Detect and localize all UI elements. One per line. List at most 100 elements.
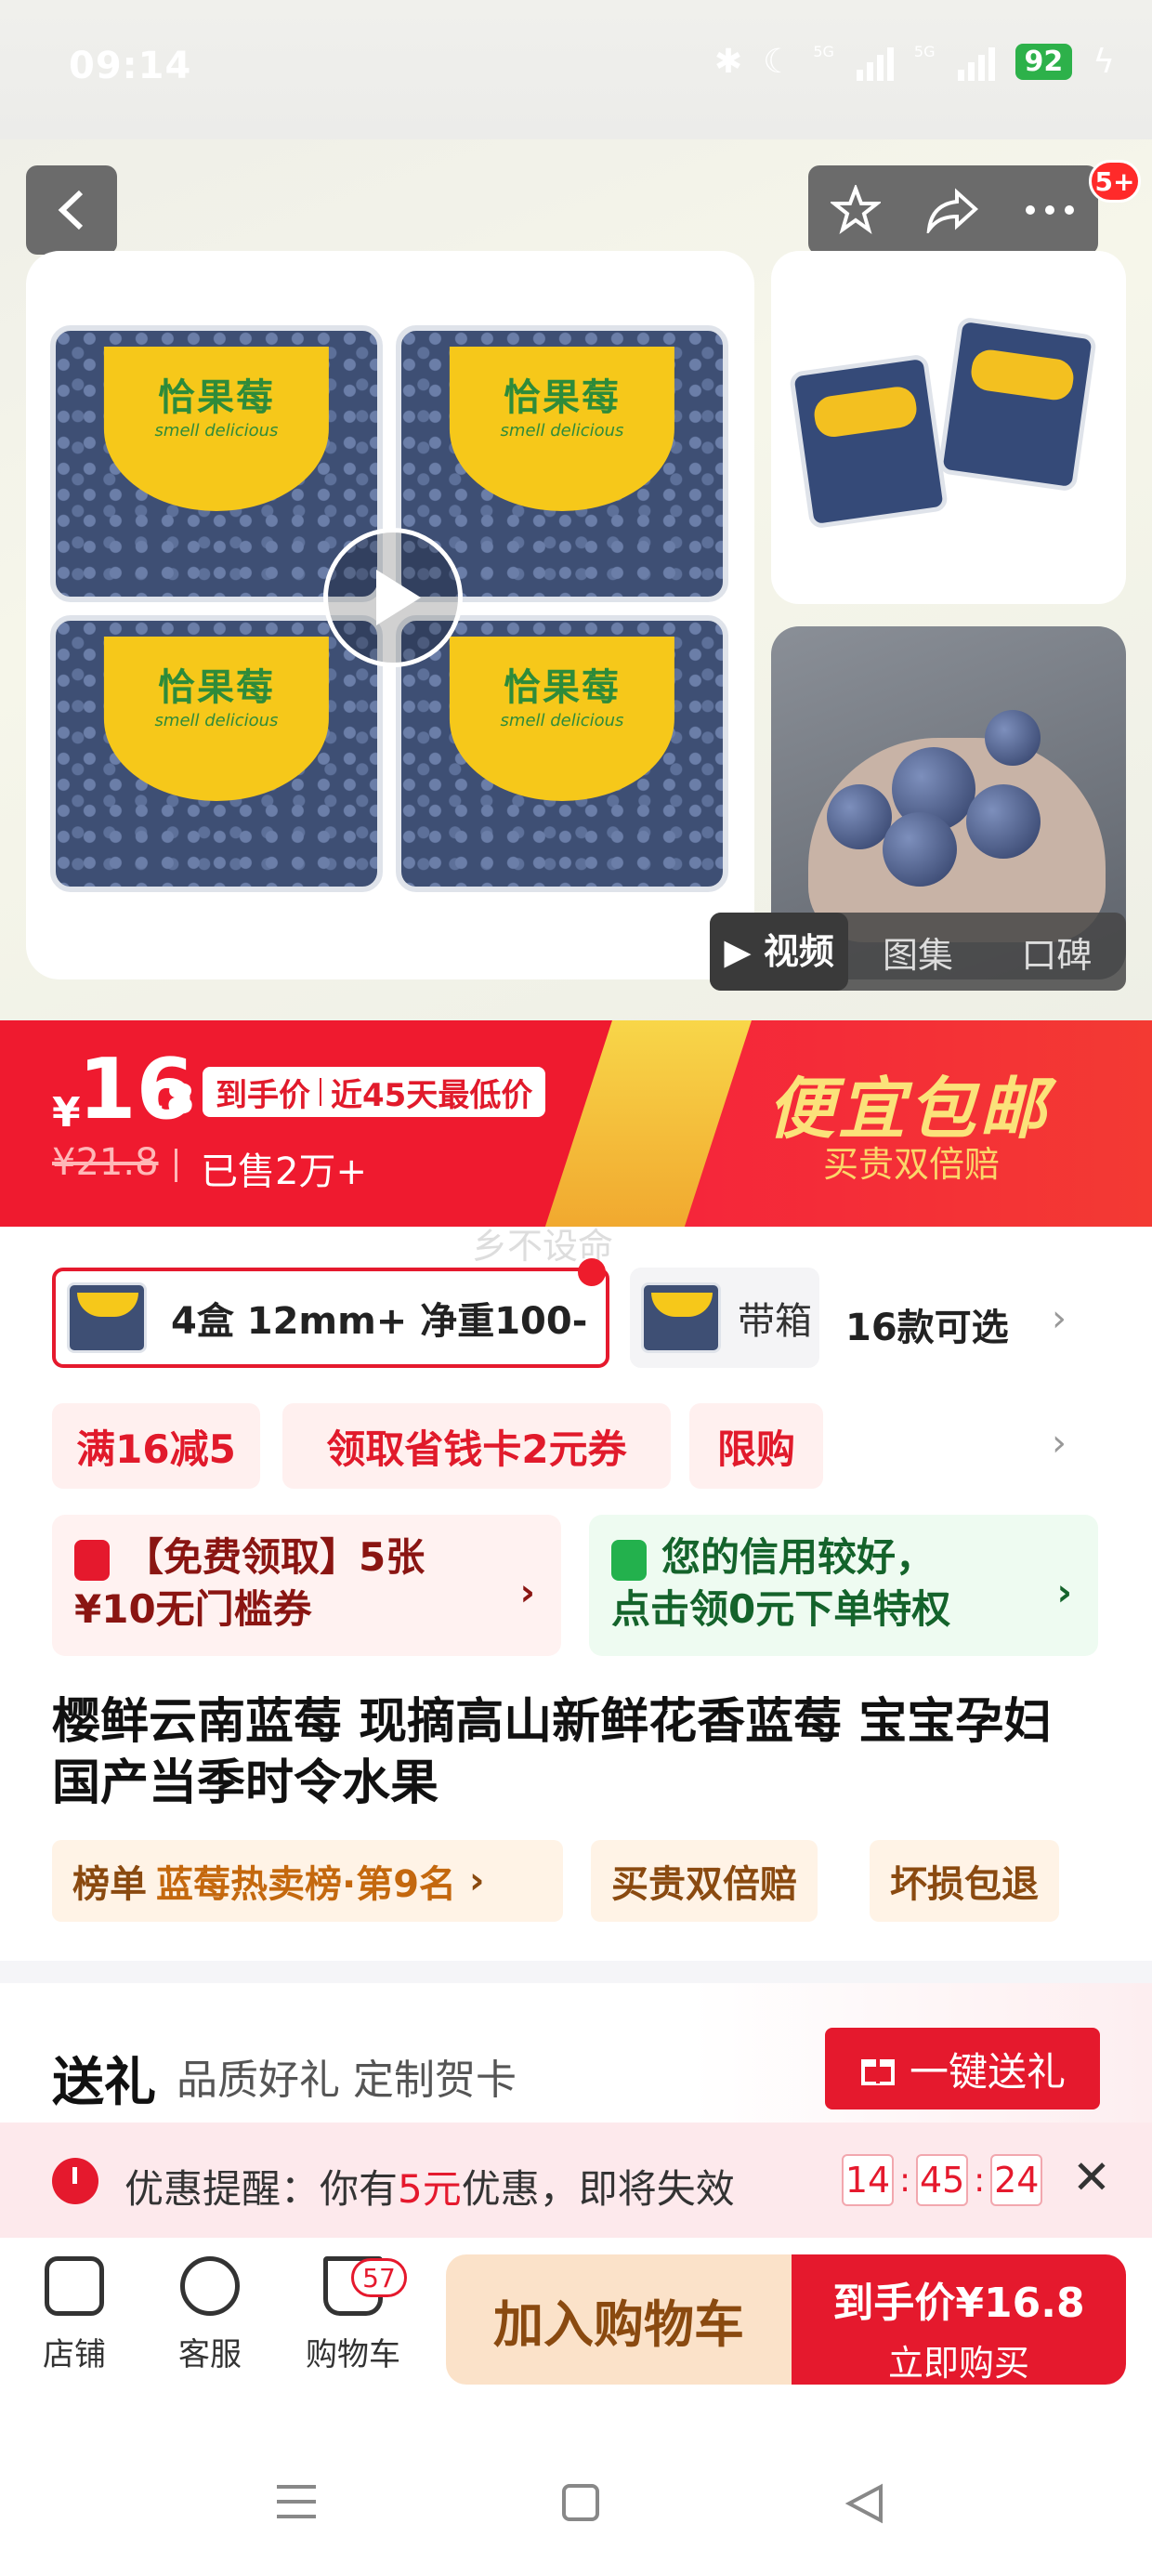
coupon-chip-card[interactable]: 领取省钱卡2元券 <box>282 1403 671 1489</box>
signal-icon-1 <box>856 44 894 81</box>
berry <box>966 784 1041 859</box>
promo-subtitle: 买贵双倍赔 <box>823 1144 1001 1185</box>
sku-option-selected[interactable]: 4盒 12mm+ 净重100- <box>52 1268 609 1368</box>
section-divider <box>0 1961 1152 1983</box>
pack-image <box>936 316 1098 493</box>
sku-count[interactable]: 16款可选 <box>845 1297 1009 1351</box>
shop-label: 店铺 <box>43 2336 106 2373</box>
favorite-star-icon[interactable] <box>831 185 881 235</box>
more-icon[interactable] <box>1024 204 1076 217</box>
box-label-en: smell delicious <box>154 421 279 441</box>
box-label-cn: 恰果莓 <box>504 666 621 710</box>
buy-now-button[interactable]: 到手价¥16.8 立即购买 <box>792 2254 1126 2385</box>
sku-label: 4盒 12mm+ 净重100- <box>171 1300 588 1343</box>
free-coupon-card[interactable]: 【免费领取】5张 ¥10无门槛券 › <box>52 1515 561 1656</box>
store-icon <box>45 2256 104 2316</box>
box-label-cn: 恰果莓 <box>158 376 275 420</box>
tab-video[interactable]: ▶ 视频 <box>710 913 849 991</box>
service-face-icon <box>180 2256 240 2316</box>
alert-icon <box>52 2158 98 2204</box>
top-action-bar <box>808 165 1098 255</box>
sku-option[interactable]: 带箱 <box>630 1268 819 1368</box>
send-gift-label: 一键送礼 <box>909 2048 1066 2095</box>
gift-icon <box>860 2059 895 2085</box>
timer-minutes: 45 <box>916 2154 969 2206</box>
main-product-image[interactable]: 恰果莓 smell delicious 恰果莓 smell delicious 恰果… <box>26 251 754 979</box>
berry <box>827 784 892 849</box>
credit-privilege-card[interactable]: 您的信用较好， 点击领0元下单特权 › <box>589 1515 1098 1656</box>
box-label-cn: 恰果莓 <box>158 666 275 710</box>
coupon-card-line2: ¥10无门槛券 <box>74 1586 312 1632</box>
ranking-chip[interactable]: 榜单 蓝莓热卖榜·第9名 › <box>52 1840 563 1922</box>
menu-icon[interactable] <box>275 2483 318 2520</box>
home-icon[interactable] <box>561 2483 600 2522</box>
blueberry-box: 恰果莓 smell delicious <box>50 615 383 892</box>
coupon-icon <box>74 1539 110 1581</box>
cart-count-badge: 57 <box>351 2258 407 2297</box>
sku-thumbnail <box>641 1282 721 1353</box>
box-label-en: smell delicious <box>500 711 624 731</box>
coupon-chip-limit[interactable]: 限购 <box>689 1403 823 1489</box>
gift-subtitle: 品质好礼 定制贺卡 <box>177 2057 517 2104</box>
battery-level: 92 <box>1015 44 1073 80</box>
tab-reviews[interactable]: 口碑 <box>988 927 1126 978</box>
box-label-cn: 恰果莓 <box>504 376 621 420</box>
buy-now-label: 立即购买 <box>887 2343 1029 2384</box>
product-title: 樱鲜云南蓝莓 现摘高山新鲜花香蓝莓 宝宝孕妇 国产当季时令水果 <box>52 1694 1053 1811</box>
box-label-en: smell delicious <box>154 711 279 731</box>
network-label-1: 5G <box>813 43 834 60</box>
ranking-label: 榜单 <box>72 1863 147 1906</box>
buy-price-label: 到手价¥16.8 <box>832 2280 1085 2327</box>
status-icons: ✱ ☾ 5G 5G 92 ϟ <box>714 43 1115 81</box>
gift-title: 送礼 <box>52 2053 156 2113</box>
berry <box>883 812 957 887</box>
ranking-value: 蓝莓热卖榜·第9名 <box>156 1863 457 1906</box>
share-icon[interactable] <box>925 187 979 233</box>
play-icon <box>376 570 421 625</box>
price-tag: 到手价 近45天最低价 <box>203 1067 546 1117</box>
add-to-cart-button[interactable]: 加入购物车 <box>446 2254 792 2385</box>
coupon-card-line1: 【免费领取】5张 <box>124 1534 425 1580</box>
damage-refund-chip[interactable]: 坏损包退 <box>870 1840 1059 1922</box>
countdown-timer: 14 : 45 : 24 <box>842 2154 1043 2206</box>
network-label-2: 5G <box>913 43 936 60</box>
chevron-right-icon: › <box>519 1571 535 1614</box>
thumbnail-packs[interactable] <box>771 251 1126 604</box>
notification-badge: 5+ <box>1089 160 1141 203</box>
reminder-amount: 5元 <box>398 2166 462 2212</box>
signal-icon-2 <box>957 44 995 81</box>
sku-label: 带箱 <box>738 1300 812 1343</box>
chevron-right-icon: › <box>469 1860 485 1902</box>
coupon-chip-discount[interactable]: 满16减5 <box>52 1403 260 1489</box>
back-button[interactable] <box>26 165 117 255</box>
cart-label: 购物车 <box>306 2336 400 2373</box>
shop-button[interactable]: 店铺 <box>19 2256 130 2374</box>
chevron-left-icon <box>58 190 84 230</box>
close-icon[interactable]: ✕ <box>1072 2150 1111 2204</box>
send-gift-button[interactable]: 一键送礼 <box>825 2028 1100 2109</box>
price-tag-sub: 近45天最低价 <box>331 1076 533 1114</box>
sold-count: 已售2万+ <box>201 1150 367 1193</box>
berry <box>985 710 1041 766</box>
sku-thumbnail <box>67 1282 147 1353</box>
chevron-right-icon: › <box>1056 1571 1072 1614</box>
shopping-bag-icon <box>611 1539 647 1581</box>
blueberry-box: 恰果莓 smell delicious <box>396 615 728 892</box>
timer-hours: 14 <box>842 2154 894 2206</box>
tab-gallery[interactable]: 图集 <box>848 927 987 978</box>
price-currency: ¥ <box>52 1089 81 1137</box>
service-label: 客服 <box>178 2336 242 2373</box>
do-not-disturb-icon: ☾ <box>763 43 793 81</box>
bluetooth-icon: ✱ <box>713 43 743 81</box>
credit-card-line2: 点击领0元下单特权 <box>611 1586 951 1632</box>
original-price: ¥21.8 <box>52 1141 159 1184</box>
back-triangle-icon[interactable] <box>844 2483 884 2524</box>
play-video-button[interactable] <box>323 528 463 667</box>
chevron-right-icon[interactable]: › <box>1052 1297 1067 1340</box>
credit-card-line1: 您的信用较好， <box>661 1534 936 1580</box>
price-guarantee-chip[interactable]: 买贵双倍赔 <box>591 1840 818 1922</box>
status-bar: 09:14 ✱ ☾ 5G 5G 92 ϟ <box>0 0 1152 139</box>
customer-service-button[interactable]: 客服 <box>154 2256 266 2374</box>
chevron-right-icon[interactable]: › <box>1052 1422 1067 1465</box>
sku-indicator-dot <box>578 1258 606 1286</box>
